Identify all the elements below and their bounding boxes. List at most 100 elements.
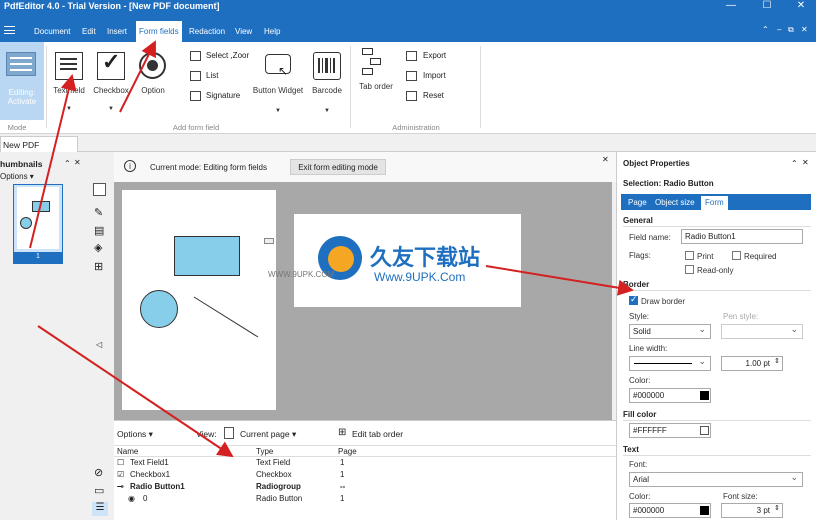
menu-insert[interactable]: Insert — [107, 27, 127, 36]
layers-tool-icon[interactable]: ◈ — [94, 241, 102, 254]
draw-border-checkbox[interactable] — [629, 294, 638, 305]
table-row[interactable]: ⊸ Radio Button1 Radiogroup -- — [114, 481, 616, 493]
line-width-label: Line width: — [629, 344, 668, 353]
structure-tool-icon[interactable]: ⊞ — [94, 260, 103, 273]
checkbox-button[interactable]: ✓ Checkbox ▼ — [92, 46, 130, 118]
radio-button-circle[interactable] — [140, 290, 178, 328]
watermark-overlay: 久友下载站 WWW.9UPK.COM Www.9UPK.Com — [268, 214, 521, 307]
table-row[interactable]: ◉ 0 Radio Button 1 — [114, 493, 616, 505]
properties-close-icon[interactable]: ✕ — [802, 158, 809, 167]
selection-label: Selection: Radio Button — [623, 179, 714, 188]
text-field-label: Text field — [53, 86, 85, 95]
list-icon — [190, 71, 201, 81]
tab-object-size[interactable]: Object size — [655, 198, 695, 207]
collapse-arrow-icon[interactable]: ◁ — [96, 340, 102, 349]
edit-tab-order-button[interactable]: Edit tab order — [352, 429, 403, 439]
text-field-button[interactable]: Text field ▼ — [50, 46, 88, 118]
close-window-button[interactable]: ✕ — [786, 0, 816, 11]
reset-button[interactable]: Reset — [406, 90, 466, 104]
style-dropdown[interactable]: Solid — [629, 324, 711, 339]
row-marker-icon: ☑ — [117, 470, 125, 479]
menu-bar: Document Edit Insert Form fields Redacti… — [0, 14, 816, 42]
doc-minimize-icon[interactable]: – — [777, 25, 781, 34]
hamburger-menu-icon[interactable] — [4, 26, 15, 34]
option-button[interactable]: Option — [134, 46, 172, 96]
page-thumbnail[interactable]: 1 — [13, 184, 63, 264]
style-label: Style: — [629, 312, 650, 321]
text-field-caret-icon[interactable]: ▼ — [66, 106, 72, 112]
column-type[interactable]: Type — [256, 447, 273, 456]
properties-pin-icon[interactable]: ⌃ — [791, 159, 798, 168]
minimize-button[interactable]: — — [716, 0, 746, 11]
line-width-dropdown[interactable] — [629, 356, 711, 371]
column-page[interactable]: Page — [338, 447, 357, 456]
option-radio-icon — [139, 52, 166, 79]
print-checkbox[interactable] — [685, 251, 694, 260]
fill-color-swatch — [700, 426, 709, 435]
maximize-button[interactable]: ☐ — [752, 0, 782, 11]
select-zoom-label: Select ,Zoor — [206, 51, 250, 60]
document-canvas[interactable]: 久友下载站 WWW.9UPK.COM Www.9UPK.Com — [114, 182, 612, 420]
editing-activate-button[interactable]: Editing: Activate — [0, 42, 44, 120]
import-button[interactable]: Import — [406, 70, 466, 84]
thumbnails-options-dropdown[interactable]: Options ▾ — [0, 172, 34, 181]
resize-handle[interactable] — [264, 238, 274, 244]
doc-restore-icon[interactable]: ⧉ — [788, 25, 794, 35]
comment-icon[interactable]: ▭ — [94, 484, 104, 497]
barcode-button[interactable]: Barcode ▼ — [308, 46, 346, 118]
ruler-tool-icon[interactable]: ✎ — [94, 206, 103, 219]
view-dropdown[interactable]: Current page ▾ — [240, 429, 296, 440]
attachment-icon[interactable]: ⊘ — [94, 466, 103, 479]
exit-form-editing-button[interactable]: Exit form editing mode — [290, 159, 386, 175]
menu-redaction[interactable]: Redaction — [189, 27, 225, 36]
required-checkbox[interactable] — [732, 251, 741, 260]
menu-view[interactable]: View — [235, 27, 252, 36]
font-dropdown[interactable]: Arial — [629, 472, 803, 487]
line-shape[interactable] — [192, 295, 262, 341]
general-header: General — [623, 216, 653, 225]
thumbnails-pin-icon[interactable]: ⌃ — [64, 159, 71, 168]
fieldlist-options-dropdown[interactable]: Options ▾ — [117, 429, 153, 440]
properties-tab-bar: Page Object size Form — [621, 194, 811, 210]
doc-close-icon[interactable]: ✕ — [801, 25, 808, 34]
rectangle-shape[interactable] — [174, 236, 240, 276]
table-row[interactable]: ☑ Checkbox1 Checkbox 1 — [114, 469, 616, 481]
checkbox-caret-icon[interactable]: ▼ — [108, 106, 114, 112]
tab-order-button[interactable]: Tab order — [358, 46, 394, 106]
button-widget-button[interactable]: ↖ Button Widget ▼ — [250, 46, 306, 118]
editor-close-icon[interactable]: ✕ — [602, 155, 609, 164]
font-size-stepper-icon[interactable]: ⇕ — [774, 504, 780, 512]
document-tab-strip: New PDF document — [0, 134, 816, 160]
menu-form-fields[interactable]: Form fields — [136, 21, 182, 42]
barcode-label: Barcode — [312, 86, 342, 95]
row-marker-icon: ☐ — [117, 458, 125, 467]
field-name-input[interactable]: Radio Button1 — [681, 229, 803, 244]
menu-document[interactable]: Document — [34, 27, 70, 36]
read-only-checkbox[interactable] — [685, 265, 694, 274]
fields-tool-icon[interactable]: ▤ — [94, 224, 104, 237]
text-color-swatch — [700, 506, 709, 515]
pen-style-label: Pen style: — [723, 312, 759, 321]
table-row[interactable]: ☐ Text Field1 Text Field 1 — [114, 457, 616, 469]
button-widget-caret-icon[interactable]: ▼ — [275, 108, 281, 114]
tab-order-label: Tab order — [359, 82, 393, 91]
barcode-caret-icon[interactable]: ▼ — [324, 108, 330, 114]
menu-help[interactable]: Help — [264, 27, 280, 36]
tab-form[interactable]: Form — [701, 196, 728, 210]
tab-page[interactable]: Page — [628, 198, 647, 207]
text-color-picker[interactable]: #000000 — [629, 503, 711, 518]
side-tool-strip: ✎ ▤ ◈ ⊞ ◁ ⊘ ▭ ☰ — [90, 176, 110, 520]
form-list-icon[interactable]: ☰ — [92, 502, 108, 516]
line-width-stepper-icon[interactable]: ⇕ — [774, 357, 780, 365]
column-name[interactable]: Name — [117, 447, 138, 456]
pen-style-dropdown[interactable] — [721, 324, 803, 339]
fill-color-picker[interactable]: #FFFFFF — [629, 423, 711, 438]
tab-new-pdf-document[interactable]: New PDF document — [0, 136, 78, 160]
pages-tool-icon[interactable] — [93, 183, 106, 196]
pdf-page[interactable] — [122, 190, 276, 410]
collapse-ribbon-icon[interactable]: ⌃ — [762, 25, 769, 34]
border-color-picker[interactable]: #000000 — [629, 388, 711, 403]
export-button[interactable]: Export — [406, 50, 466, 64]
menu-edit[interactable]: Edit — [82, 27, 96, 36]
thumbnails-close-icon[interactable]: ✕ — [74, 158, 81, 167]
